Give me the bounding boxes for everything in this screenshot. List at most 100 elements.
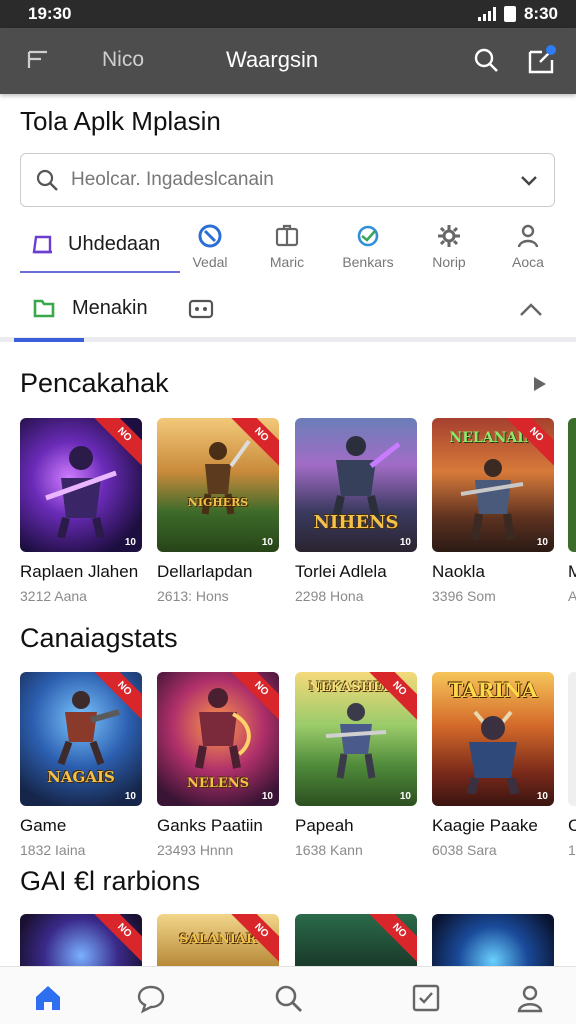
status-bar: 19:30 8:30 (0, 0, 576, 28)
category-item-benkars[interactable]: Benkars (332, 222, 404, 270)
game-card[interactable]: NO (20, 914, 142, 966)
chevron-up-icon[interactable] (516, 298, 546, 322)
category-item-vedal[interactable]: Vedal (174, 222, 246, 270)
app-bar-secondary-label[interactable]: Nico (102, 48, 144, 72)
category-item-label: Benkars (342, 254, 394, 270)
category-item-label: Norip (432, 254, 466, 270)
game-name: M (568, 562, 576, 581)
game-meta: 1 (568, 842, 576, 858)
page-title: Tola Aplk Mplasin (20, 106, 221, 136)
game-name: Game (20, 816, 67, 835)
game-card[interactable]: NIHENS 10 Torlei Adlela 2298 Hona (295, 418, 417, 604)
game-card[interactable] (432, 914, 554, 966)
character-art (460, 459, 524, 541)
game-card[interactable]: NO (295, 914, 417, 966)
arrow-right-icon[interactable] (530, 372, 552, 396)
status-indicators: 8:30 (477, 4, 558, 24)
share-icon[interactable] (526, 44, 558, 76)
game-card[interactable]: NELANAIN NO 10 Naokla 3396 Som (432, 418, 554, 604)
category-item-norip[interactable]: Norip (413, 222, 485, 270)
game-meta: A (568, 588, 576, 604)
category-main[interactable]: Uhdedaan (20, 218, 180, 273)
shield-icon (198, 224, 222, 248)
character-art (325, 703, 387, 779)
game-thumbnail: NO (20, 914, 142, 966)
game-thumbnail (568, 418, 576, 552)
game-meta: 1832 Iaina (20, 842, 86, 858)
ribbon: NO (89, 914, 142, 966)
status-right-text: 8:30 (523, 4, 558, 23)
character-art (332, 436, 401, 519)
game-thumbnail (568, 672, 576, 806)
bottom-navigation (0, 966, 576, 1024)
tab-row: Menakin (0, 282, 576, 342)
category-item-label: Vedal (192, 254, 228, 270)
game-thumbnail: NELANAIN NO 10 (432, 418, 554, 552)
game-card-partial[interactable]: M A (568, 418, 576, 604)
chat-icon[interactable] (135, 982, 167, 1014)
game-meta: 1638 Kann (295, 842, 363, 858)
game-art-title: NELENS (186, 776, 250, 791)
section-title: Canaiagstats (20, 623, 178, 653)
game-card[interactable]: SALANIAR NO (157, 914, 279, 966)
category-item-maric[interactable]: Maric (251, 222, 323, 270)
gear-icon (438, 225, 460, 247)
game-art-title: NIGHERS (187, 496, 249, 509)
game-meta: 6038 Sara (432, 842, 497, 858)
game-thumbnail: NELENS NO 10 (157, 672, 279, 806)
category-main-label: Uhdedaan (68, 233, 161, 255)
game-art-title: TARINA (448, 678, 538, 702)
game-card[interactable]: NAGAIS NO 10 Game 1832 Iaina (20, 672, 142, 858)
media-icon[interactable] (188, 298, 214, 320)
game-meta: 3396 Som (432, 588, 496, 604)
game-meta: 2613: Hons (157, 588, 229, 604)
character-art (466, 710, 520, 794)
search-field[interactable] (20, 153, 555, 207)
tab-label[interactable]: Menakin (72, 297, 148, 320)
category-item-label: Maric (269, 254, 305, 270)
game-card[interactable]: NEKASHERS NO 10 Papeah 1638 Kann (295, 672, 417, 858)
status-time: 19:30 (28, 4, 72, 23)
app-bar: Nico Waargsin (0, 28, 576, 94)
chevron-down-icon[interactable] (518, 169, 540, 191)
age-badge: 10 (399, 537, 411, 548)
search-icon (36, 169, 58, 191)
age-badge: 10 (536, 791, 548, 802)
age-badge: 10 (261, 537, 273, 548)
globe-icon (357, 225, 379, 247)
game-thumbnail: NIGHERS NO 10 (157, 418, 279, 552)
game-art-title: NAGAIS (47, 768, 115, 786)
search-icon[interactable] (272, 982, 304, 1014)
case-icon (275, 224, 299, 247)
character-art (57, 691, 120, 766)
battery-icon (503, 6, 516, 22)
checkbox-icon[interactable] (410, 982, 442, 1014)
profile-icon[interactable] (514, 982, 546, 1014)
search-icon[interactable] (472, 46, 500, 74)
game-name: C (568, 816, 576, 835)
category-item-label: Aoca (512, 254, 544, 270)
app-bar-title: Waargsin (226, 47, 319, 72)
book-icon (32, 235, 52, 253)
section-title: GAI €l rarbions (20, 866, 201, 896)
folder-icon (33, 299, 55, 318)
category-item-aoca[interactable]: Aoca (492, 222, 564, 270)
search-input[interactable] (71, 169, 518, 191)
signal-icon (477, 7, 496, 21)
game-thumbnail: NAGAIS NO 10 (20, 672, 142, 806)
game-card[interactable]: TARINA 10 Kaagie Paake 6038 Sara (432, 672, 554, 858)
game-thumbnail: TARINA 10 (432, 672, 554, 806)
game-thumbnail: NIHENS 10 (295, 418, 417, 552)
game-card[interactable]: NELENS NO 10 Ganks Paatiin 23493 Hnnn (157, 672, 279, 858)
game-card[interactable]: NIGHERS NO 10 Dellarlapdan 2613: Hons (157, 418, 279, 604)
home-icon[interactable] (32, 982, 64, 1014)
game-card[interactable]: NO 10 Raplaen Jlahen 3212 Aana (20, 418, 142, 604)
game-name: Papeah (295, 816, 354, 835)
game-thumbnail: NO (295, 914, 417, 966)
game-meta: 23493 Hnnn (157, 842, 234, 858)
game-card-partial[interactable]: C 1 (568, 672, 576, 858)
character-art (45, 446, 117, 538)
game-meta: 3212 Aana (20, 588, 87, 604)
menu-icon[interactable] (26, 48, 50, 72)
game-meta: 2298 Hona (295, 588, 364, 604)
